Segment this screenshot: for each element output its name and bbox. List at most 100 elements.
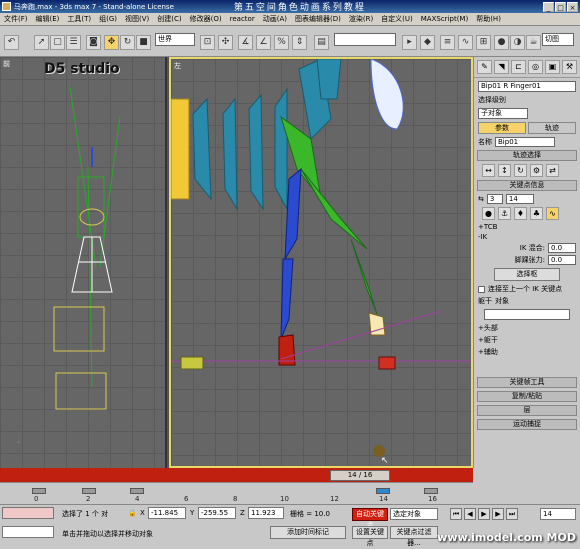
menu-create[interactable]: 创建(C) [153,14,185,24]
y-coord-field[interactable]: -259.55 [198,507,236,519]
key-marker-current[interactable] [376,488,390,494]
menu-animation[interactable]: 动画(A) [259,14,291,24]
prev-frame-icon[interactable]: ◀ [464,508,476,520]
z-coord-field[interactable]: 11.923 [248,507,284,519]
utilities-tab-icon[interactable]: ⚒ [562,60,577,74]
close-button[interactable]: × [567,1,578,12]
key-marker[interactable] [82,488,96,494]
symmetrical-icon[interactable]: ⇄ [546,164,559,177]
tab-tracks[interactable]: 轨迹 [528,122,576,134]
key-time-field[interactable]: 14 [505,194,534,204]
viewport-left-label[interactable]: 左 [174,61,181,71]
rollout-layers[interactable]: 层 [477,405,577,416]
ik-blend-field[interactable]: 0.0 [548,243,576,253]
menu-customize[interactable]: 自定义(U) [377,14,417,24]
display-tab-icon[interactable]: ▣ [545,60,560,74]
create-tab-icon[interactable]: ✎ [477,60,492,74]
set-planted-key-icon[interactable]: ⚓ [498,207,511,220]
current-frame-field[interactable]: 14 [540,508,576,520]
rollout-copy-paste[interactable]: 复制/粘贴 [477,391,577,402]
mirror-icon[interactable]: ▸ [402,35,417,50]
lock-icon[interactable]: 🔒 [128,509,137,517]
rollout-motion[interactable]: 运动捕捉 [477,419,577,430]
maxscript-listener[interactable] [2,507,54,519]
render-scene-icon[interactable]: ◑ [510,35,525,50]
key-marker[interactable] [130,488,144,494]
menu-edit[interactable]: 编辑(E) [32,14,64,24]
object-pick-field[interactable] [484,309,570,320]
pivot-icon[interactable]: ⊡ [200,35,215,50]
body-rotation-icon[interactable]: ↻ [514,164,527,177]
render-type-select[interactable]: 切图 [542,33,574,46]
menu-maxscript[interactable]: MAXScript(M) [417,15,472,23]
move-icon[interactable]: ✥ [104,35,119,50]
body-horizontal-icon[interactable]: ↔ [482,164,495,177]
object-name-field[interactable]: Bip01 R Finger01 [478,81,576,92]
goto-start-icon[interactable]: ⏮ [450,508,462,520]
motion-tab-icon[interactable]: ◎ [528,60,543,74]
minimize-button[interactable]: _ [543,1,554,12]
viewport-left[interactable]: 左 ↖ [169,57,473,468]
trajectory-icon[interactable]: ∿ [546,207,559,220]
key-arrows-icon[interactable]: ⇆ [478,195,484,203]
key-marker[interactable] [424,488,438,494]
add-time-tag-button[interactable]: 添加时间标记 [270,526,346,539]
menu-views[interactable]: 视图(V) [121,14,153,24]
menu-modifiers[interactable]: 修改器(O) [186,14,226,24]
menu-file[interactable]: 文件(F) [0,14,32,24]
select-icon[interactable]: ➚ [34,35,49,50]
menu-reactor[interactable]: reactor [226,15,259,23]
menu-group[interactable]: 组(G) [95,14,121,24]
select-manipulate-icon[interactable]: ✣ [218,35,233,50]
spinner-snap-icon[interactable]: ⇕ [292,35,307,50]
hierarchy-tab-icon[interactable]: ⊏ [511,60,526,74]
body-radio[interactable]: 躯干 [478,296,492,306]
schematic-view-icon[interactable]: ⊞ [476,35,491,50]
play-icon[interactable]: ▶ [478,508,490,520]
quick-render-icon[interactable]: ☕ [526,35,541,50]
ik-label[interactable]: -IK [478,233,576,241]
next-frame-icon[interactable]: ▶ [492,508,504,520]
rollout-key-tools[interactable]: 关键帧工具 [477,377,577,388]
key-number-field[interactable]: 3 [486,194,503,204]
auto-key-button[interactable]: 自动关键点 [352,508,388,529]
rollout-key-info[interactable]: 关键点信息 [477,180,577,191]
prev-ik-key-checkbox[interactable] [478,285,485,293]
frame-slider[interactable]: 14 / 16 [330,470,390,481]
sub-object-select[interactable]: 子对象 [478,108,528,119]
set-free-key-icon[interactable]: ♣ [530,207,543,220]
named-selection-set[interactable] [334,33,396,46]
lock-cog-icon[interactable]: ⚙ [530,164,543,177]
viewport-front-label[interactable]: 前 [3,59,10,69]
viewport-front[interactable]: 前 D5 studio ⊥ [0,57,167,468]
select-region-icon[interactable]: ▢ [50,35,65,50]
coord-system-select[interactable]: 世界 [155,33,195,46]
curve-editor-icon[interactable]: ∿ [458,35,473,50]
tab-params[interactable]: 参数 [478,122,526,134]
selected-object-select[interactable]: 选定对象 [390,508,438,520]
set-sliding-key-icon[interactable]: ♦ [514,207,527,220]
goto-end-icon[interactable]: ⏭ [506,508,518,520]
select-object-icon[interactable]: ◙ [86,35,101,50]
snap-icon[interactable]: ∡ [238,35,253,50]
body-vertical-icon[interactable]: ↕ [498,164,511,177]
key-filters-button[interactable]: 关键点过滤器... [390,526,438,547]
select-by-name-icon[interactable]: ☰ [66,35,81,50]
menu-tools[interactable]: 工具(T) [63,14,95,24]
name-field[interactable]: Bip01 [495,137,555,147]
modify-tab-icon[interactable]: ◥ [494,60,509,74]
track-bar[interactable]: 0 2 4 6 8 10 12 14 16 [0,482,473,504]
tcb-label[interactable]: +TCB [478,223,576,231]
x-coord-field[interactable]: -11.845 [148,507,186,519]
percent-snap-icon[interactable]: % [274,35,289,50]
set-key-button[interactable]: 设置关键点 [352,526,388,547]
head-item[interactable]: +头部 [478,323,576,333]
select-pivot-button[interactable]: 选择枢 [494,268,560,281]
edit-named-sets-icon[interactable]: ▤ [314,35,329,50]
maximize-button[interactable]: □ [555,1,566,12]
object-radio[interactable]: 对象 [495,296,509,306]
key-marker[interactable] [32,488,46,494]
angle-snap-icon[interactable]: ∠ [256,35,271,50]
rollout-track-select[interactable]: 轨迹选择 [477,150,577,161]
material-editor-icon[interactable]: ● [494,35,509,50]
